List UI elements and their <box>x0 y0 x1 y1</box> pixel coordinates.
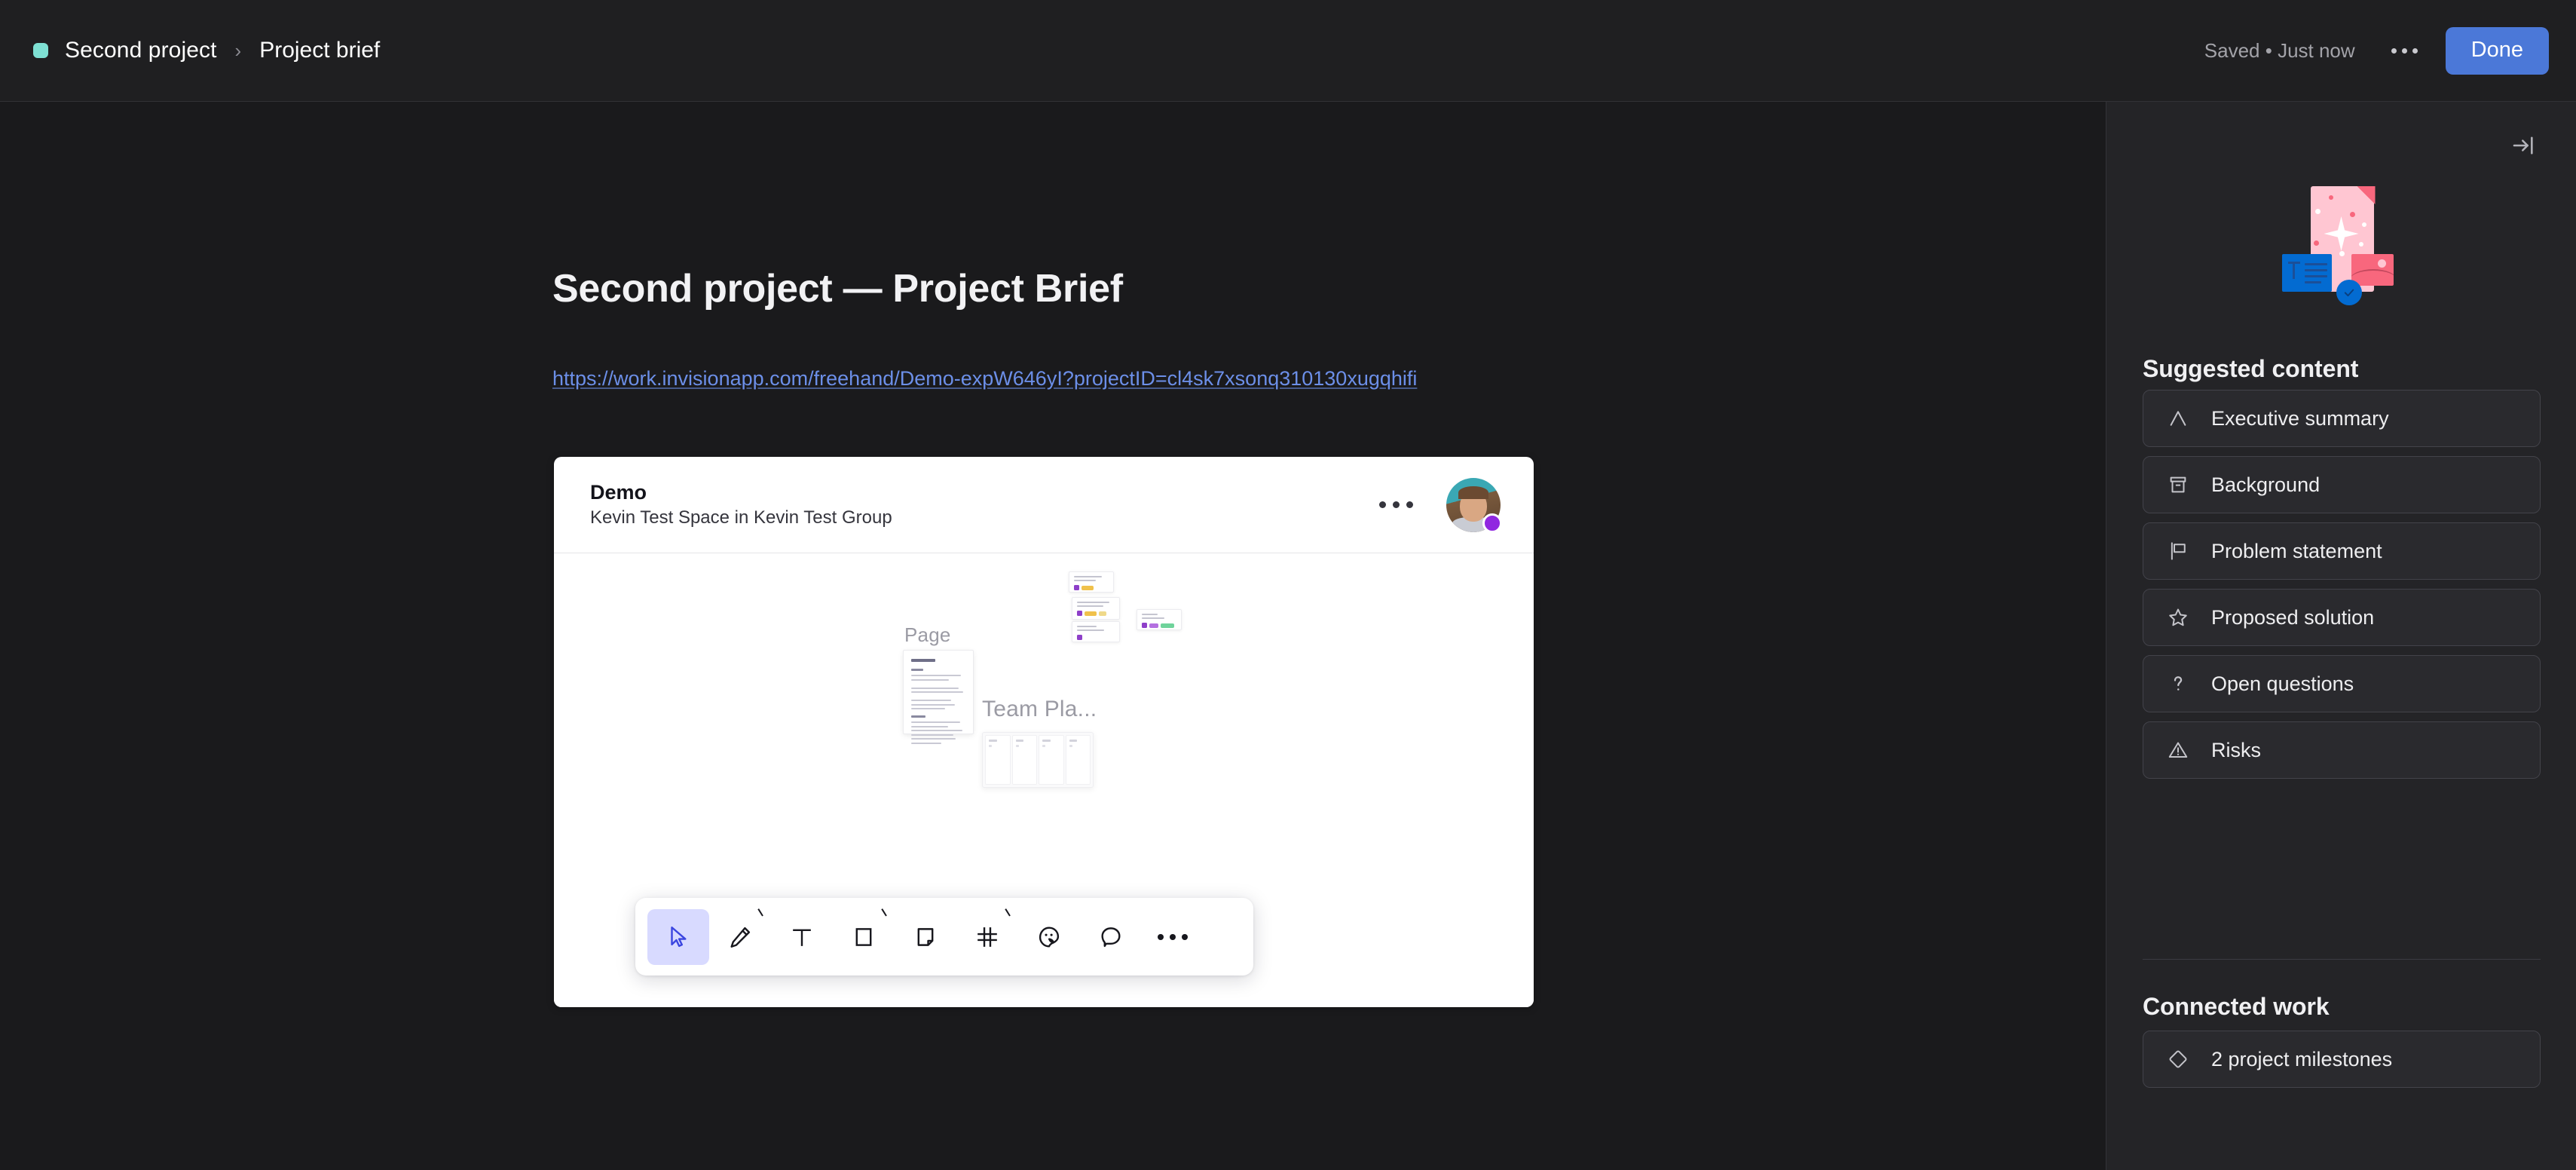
pen-tool[interactable] <box>709 909 771 965</box>
project-color-dot <box>33 43 48 58</box>
canvas-mini-card[interactable] <box>1072 597 1120 620</box>
avatar[interactable] <box>1446 477 1502 533</box>
more-horizontal-icon <box>1379 501 1413 508</box>
suggested-content-list: Executive summary Background Problem sta… <box>2143 390 2541 779</box>
canvas-board-thumbnail[interactable] <box>982 732 1094 788</box>
text-tool[interactable] <box>771 909 833 965</box>
chevron-right-icon: › <box>234 39 242 62</box>
embed-subtitle: Kevin Test Space in Kevin Test Group <box>590 507 892 528</box>
sparkle-document-illustration <box>2106 174 2576 332</box>
suggested-item-label: Proposed solution <box>2211 605 2375 629</box>
collapse-panel-button[interactable] <box>2502 124 2544 167</box>
suggested-item-proposed-solution[interactable]: Proposed solution <box>2143 589 2541 646</box>
breadcrumb-item-current: Project brief <box>259 38 381 63</box>
breadcrumb-item-project[interactable]: Second project <box>65 38 217 63</box>
connected-item-label: 2 project milestones <box>2211 1047 2393 1070</box>
page-title: Second project — Project Brief <box>552 267 1123 311</box>
more-horizontal-icon <box>2391 47 2418 54</box>
diamond-icon <box>2165 1046 2192 1073</box>
warning-triangle-icon <box>2165 737 2192 764</box>
avatar-status-badge <box>1482 513 1502 533</box>
suggested-item-open-questions[interactable]: Open questions <box>2143 655 2541 712</box>
embed-header-actions <box>1372 477 1502 533</box>
suggested-item-executive-summary[interactable]: Executive summary <box>2143 390 2541 447</box>
suggested-item-label: Executive summary <box>2211 406 2389 430</box>
embed-canvas[interactable]: Page Team Pla... <box>554 553 1534 1007</box>
done-button[interactable]: Done <box>2445 26 2549 75</box>
document-area: Second project — Project Brief https://w… <box>0 102 2106 1170</box>
board-column <box>1039 735 1064 785</box>
save-status: Saved • Just now <box>2204 38 2355 62</box>
canvas-mini-card[interactable] <box>1072 621 1120 642</box>
star-icon <box>2165 604 2192 631</box>
right-sidebar: Suggested content Executive summary Back… <box>2106 102 2576 1170</box>
connected-work-list: 2 project milestones <box>2143 1031 2541 1088</box>
canvas-mini-card[interactable] <box>1069 571 1114 593</box>
canvas-toolbar <box>635 898 1253 976</box>
canvas-page-label: Page <box>904 623 951 646</box>
chevron-indicator-icon <box>1002 915 1010 923</box>
embed-source-link[interactable]: https://work.invisionapp.com/freehand/De… <box>552 367 1417 391</box>
comment-tool[interactable] <box>1080 909 1142 965</box>
board-column <box>985 735 1011 785</box>
arrow-to-line-right-icon <box>2513 136 2533 155</box>
page-body: Second project — Project Brief https://w… <box>0 102 2576 1170</box>
board-column <box>1011 735 1037 785</box>
select-tool[interactable] <box>647 908 709 965</box>
embed-title: Demo <box>590 481 647 504</box>
suggested-item-label: Background <box>2211 473 2321 496</box>
connected-work-title: Connected work <box>2143 993 2330 1020</box>
breadcrumb: Second project › Project brief <box>33 38 380 63</box>
question-mark-icon <box>2165 670 2192 697</box>
suggested-item-problem-statement[interactable]: Problem statement <box>2143 522 2541 580</box>
top-bar: Second project › Project brief Saved • J… <box>0 0 2576 102</box>
sticker-tool[interactable] <box>1018 909 1080 965</box>
suggested-item-label: Problem statement <box>2211 539 2382 562</box>
sidebar-divider <box>2143 959 2541 960</box>
canvas-document-thumbnail[interactable] <box>903 650 974 744</box>
board-column <box>1065 735 1091 785</box>
freehand-embed-card[interactable]: Demo Kevin Test Space in Kevin Test Grou… <box>554 457 1534 1007</box>
frame-tool[interactable] <box>956 909 1018 965</box>
more-horizontal-icon <box>1158 933 1188 940</box>
top-bar-actions: Saved • Just now Done <box>2204 26 2549 75</box>
peak-icon <box>2165 405 2192 432</box>
more-tools-button[interactable] <box>1142 909 1204 965</box>
embed-more-button[interactable] <box>1372 494 1421 516</box>
archive-icon <box>2165 471 2192 498</box>
suggested-item-label: Risks <box>2211 738 2261 761</box>
connected-item-project-milestones[interactable]: 2 project milestones <box>2143 1031 2541 1088</box>
chevron-indicator-icon <box>754 915 763 923</box>
embed-header: Demo Kevin Test Space in Kevin Test Grou… <box>554 457 1534 553</box>
suggested-content-title: Suggested content <box>2143 355 2359 382</box>
document-more-button[interactable] <box>2382 28 2428 73</box>
embed-header-texts: Demo Kevin Test Space in Kevin Test Grou… <box>590 482 892 527</box>
suggested-item-risks[interactable]: Risks <box>2143 721 2541 779</box>
canvas-mini-card[interactable] <box>1137 609 1182 630</box>
shape-tool[interactable] <box>833 909 895 965</box>
chevron-indicator-icon <box>878 915 886 923</box>
suggested-item-label: Open questions <box>2211 672 2354 695</box>
suggested-item-background[interactable]: Background <box>2143 456 2541 513</box>
flag-icon <box>2165 538 2192 565</box>
check-icon <box>2344 289 2354 297</box>
sticky-tool[interactable] <box>895 909 956 965</box>
canvas-team-label: Team Pla... <box>982 697 1097 721</box>
